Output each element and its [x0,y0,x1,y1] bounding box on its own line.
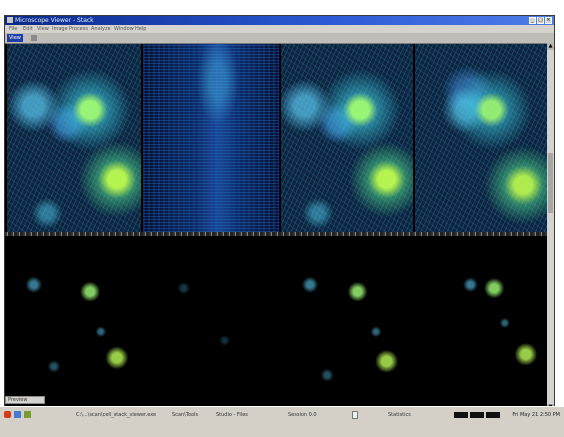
scroll-thumb[interactable] [548,153,553,213]
image-panel-kymograph[interactable] [143,44,279,232]
taskbar-item-tools[interactable]: Scan\Tools [172,410,198,421]
tray-indicator [486,412,500,418]
tray-indicator [470,412,484,418]
menu-process[interactable]: Process [69,25,88,33]
view-tag[interactable]: View [7,34,23,42]
image-panel-raw-2[interactable] [281,44,413,232]
vertical-scrollbar[interactable]: ▲ ▼ [547,43,554,411]
menu-view[interactable]: View [37,25,49,33]
application-window: Microscope Viewer - Stack _ □ × File Edi… [4,15,555,412]
menu-file[interactable]: File [9,25,17,33]
menu-help[interactable]: Help [135,25,146,33]
image-panel-raw-1[interactable] [7,44,141,232]
window-title: Microscope Viewer - Stack [15,17,94,24]
close-button[interactable]: × [545,17,552,24]
menu-edit[interactable]: Edit [23,25,33,33]
taskbar-item-studio[interactable]: Studio - Files [216,410,248,421]
maximize-button[interactable]: □ [537,17,544,24]
toolbar: View [5,33,554,44]
image-panel-spots-4[interactable] [415,236,547,410]
scroll-up-icon[interactable]: ▲ [547,43,554,50]
app-icon [7,17,13,23]
image-panel-spots-1[interactable] [7,236,141,410]
taskbar: C:\...\scan\cell_stack_viewer.exe Scan\T… [0,406,564,437]
menu-analyze[interactable]: Analyze [91,25,111,33]
desktop-icon[interactable] [24,411,31,418]
image-panel-spots-3[interactable] [281,236,413,410]
start-icon[interactable] [4,411,11,418]
taskbar-item-stats[interactable]: Statistics [388,410,411,421]
preview-tab[interactable]: Preview [5,396,45,404]
menu-image[interactable]: Image [52,25,68,33]
taskbar-item-viewer[interactable]: C:\...\scan\cell_stack_viewer.exe [76,410,156,421]
title-bar[interactable]: Microscope Viewer - Stack _ □ × [5,16,554,25]
menu-bar: File Edit View Image Process Analyze Win… [5,25,554,33]
quicklaunch-icon[interactable] [14,411,21,418]
image-panel-spots-2[interactable] [143,236,279,410]
clock: Fri May 21 2:50 PM [512,412,560,418]
zoom-icon[interactable] [31,35,37,41]
tray-indicator [454,412,468,418]
image-panel-raw-3[interactable] [415,44,547,232]
minimize-button[interactable]: _ [529,17,536,24]
slider-handle[interactable] [352,411,358,419]
taskbar-item-session[interactable]: Session 0.0 [288,410,317,421]
menu-window[interactable]: Window [114,25,134,33]
